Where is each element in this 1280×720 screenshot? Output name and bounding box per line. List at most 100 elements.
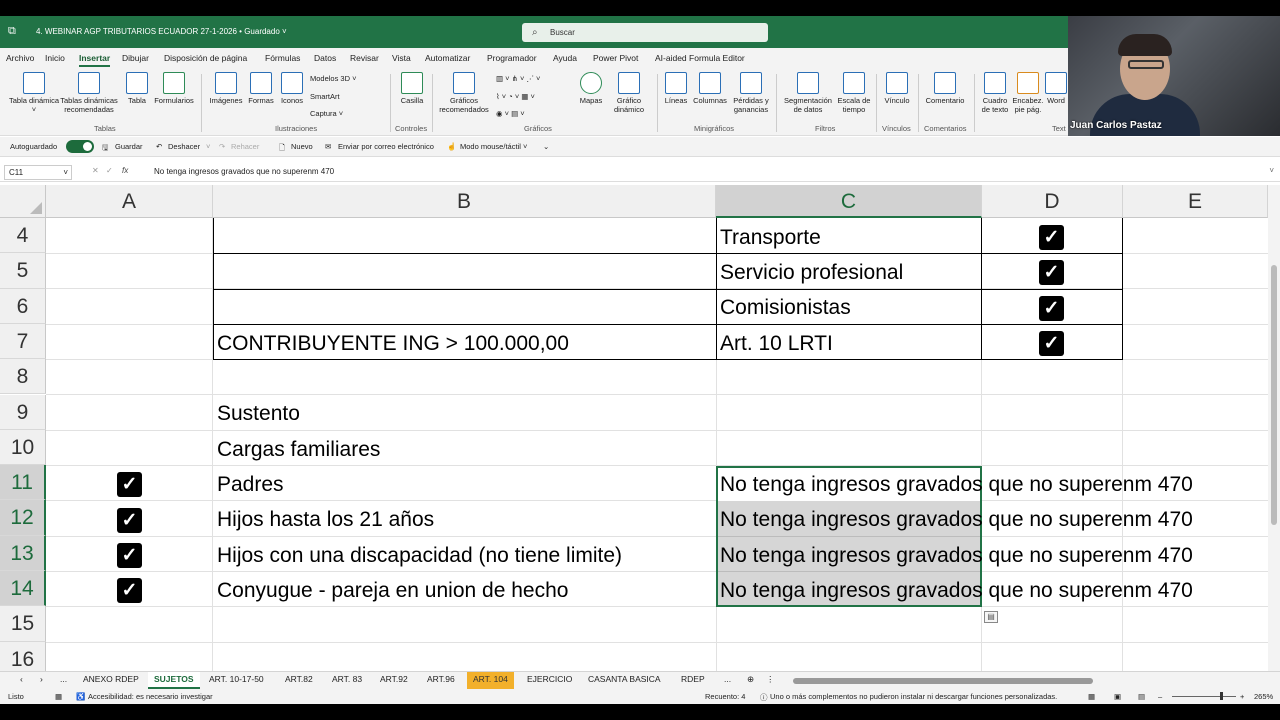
sheet-tab-art104[interactable]: ART. 104 bbox=[467, 672, 514, 689]
column-chart-button[interactable]: ▥ ˅ ⋔ ˅ ⋰ ˅ bbox=[496, 74, 540, 83]
textbox-button[interactable]: Cuadro de texto bbox=[978, 72, 1012, 114]
page-break-icon[interactable]: ▤ bbox=[1138, 692, 1145, 701]
sheet-tab-anexo-rdep[interactable]: ANEXO RDEP bbox=[77, 672, 145, 689]
shapes-button[interactable]: Formas bbox=[246, 72, 276, 105]
sheet-tab-sujetos[interactable]: SUJETOS bbox=[148, 672, 200, 689]
row-header-5[interactable]: 5 bbox=[0, 253, 46, 289]
more-sheets-left[interactable]: ... bbox=[54, 672, 73, 689]
models-3d-button[interactable]: Modelos 3D ˅ bbox=[310, 74, 356, 83]
cell-c5[interactable]: Servicio profesional bbox=[716, 255, 903, 290]
expand-formula-icon[interactable]: ˅ bbox=[1269, 166, 1274, 175]
tab-archivo[interactable]: Archivo bbox=[6, 53, 34, 63]
customize-qat-icon[interactable]: ⌄ bbox=[543, 142, 549, 151]
column-header-a[interactable]: A bbox=[46, 185, 213, 218]
sheet-tab-art96[interactable]: ART.96 bbox=[421, 672, 461, 689]
zoom-out-icon[interactable]: – bbox=[1158, 692, 1162, 701]
tab-vista[interactable]: Vista bbox=[392, 53, 411, 63]
accessibility-icon[interactable]: ♿ bbox=[76, 692, 85, 701]
redo-icon[interactable]: ↷ bbox=[219, 142, 225, 151]
tab-inicio[interactable]: Inicio bbox=[45, 53, 65, 63]
cell-b7[interactable]: CONTRIBUYENTE ING > 100.000,00 bbox=[213, 326, 569, 361]
tab-revisar[interactable]: Revisar bbox=[350, 53, 379, 63]
row-header-11[interactable]: 11 bbox=[0, 465, 46, 501]
cell-b10[interactable]: Cargas familiares bbox=[213, 432, 380, 467]
page-layout-icon[interactable]: ▣ bbox=[1114, 692, 1121, 701]
new-button[interactable]: Nuevo bbox=[291, 142, 313, 151]
new-icon[interactable]: 🗋 bbox=[279, 142, 285, 155]
redo-button[interactable]: Rehacer bbox=[231, 142, 259, 151]
undo-dropdown-icon[interactable]: ˅ bbox=[206, 142, 210, 151]
table-button[interactable]: Tabla bbox=[122, 72, 152, 105]
line-chart-button[interactable]: ⌇ ˅ ◔ ˅ ▦ ˅ bbox=[496, 92, 535, 101]
sheet-tab-art82[interactable]: ART.82 bbox=[279, 672, 319, 689]
autosave-toggle[interactable] bbox=[66, 140, 94, 153]
images-button[interactable]: Imágenes bbox=[206, 72, 246, 105]
checkbox-insert-button[interactable]: Casilla bbox=[396, 72, 428, 105]
undo-icon[interactable]: ↶ bbox=[156, 142, 162, 151]
scatter-chart-button[interactable]: ◉ ˅ ▤ ˅ bbox=[496, 109, 525, 118]
timeline-button[interactable]: Escala de tiempo bbox=[836, 72, 872, 114]
row-header-9[interactable]: 9 bbox=[0, 394, 46, 430]
tab-power-pivot[interactable]: Power Pivot bbox=[593, 53, 638, 63]
screenshot-button[interactable]: Captura ˅ bbox=[310, 109, 343, 118]
vertical-scroll-thumb[interactable] bbox=[1271, 265, 1277, 525]
select-all-corner[interactable] bbox=[0, 185, 46, 218]
tab-ayuda[interactable]: Ayuda bbox=[553, 53, 577, 63]
undo-button[interactable]: Deshacer bbox=[168, 142, 200, 151]
tab-ai-formula[interactable]: AI-aided Formula Editor bbox=[655, 53, 745, 63]
checkbox-a13[interactable]: ✓ bbox=[117, 543, 142, 568]
save-icon[interactable]: 🖫 bbox=[102, 142, 108, 155]
zoom-level[interactable]: 265% bbox=[1254, 692, 1273, 701]
row-header-14[interactable]: 14 bbox=[0, 571, 46, 607]
forms-button[interactable]: Formularios bbox=[150, 72, 198, 105]
cell-c14[interactable]: No tenga ingresos gravados que no supere… bbox=[716, 573, 1193, 608]
row-header-10[interactable]: 10 bbox=[0, 429, 46, 466]
tab-datos[interactable]: Datos bbox=[314, 53, 336, 63]
recommended-pivot-button[interactable]: Tablas dinámicas recomendadas bbox=[58, 72, 120, 114]
sheet-tab-rdep[interactable]: RDEP bbox=[675, 672, 711, 689]
prev-sheet-icon[interactable]: ‹ bbox=[14, 672, 29, 689]
checkbox-d7[interactable]: ✓ bbox=[1039, 331, 1064, 356]
cell-c12[interactable]: No tenga ingresos gravados que no supere… bbox=[716, 502, 1193, 537]
row-header-12[interactable]: 12 bbox=[0, 500, 46, 536]
macro-record-icon[interactable]: ▦ bbox=[55, 692, 62, 701]
formula-content[interactable]: No tenga ingresos gravados que no supere… bbox=[154, 167, 334, 176]
link-button[interactable]: Vínculo bbox=[880, 72, 914, 105]
checkbox-a14[interactable]: ✓ bbox=[117, 578, 142, 603]
touch-mode-button[interactable]: Modo mouse/táctil ˅ bbox=[460, 142, 527, 151]
checkbox-d4[interactable]: ✓ bbox=[1039, 225, 1064, 250]
cell-b9[interactable]: Sustento bbox=[213, 396, 300, 431]
next-sheet-icon[interactable]: › bbox=[34, 672, 49, 689]
sparkline-winloss-button[interactable]: Pérdidas y ganancias bbox=[730, 72, 772, 114]
row-header-13[interactable]: 13 bbox=[0, 535, 46, 571]
pivot-chart-button[interactable]: Gráfico dinámico bbox=[609, 72, 649, 114]
search-box[interactable]: ⌕ Buscar bbox=[522, 23, 768, 42]
checkbox-d5[interactable]: ✓ bbox=[1039, 260, 1064, 285]
column-header-e[interactable]: E bbox=[1123, 185, 1268, 218]
horizontal-scroll-thumb[interactable] bbox=[793, 678, 1093, 684]
cell-b12[interactable]: Hijos hasta los 21 años bbox=[213, 502, 434, 537]
autosave-file-icon[interactable]: ⧉ bbox=[8, 24, 22, 38]
row-header-6[interactable]: 6 bbox=[0, 288, 46, 324]
sheet-tab-art83[interactable]: ART. 83 bbox=[326, 672, 368, 689]
maps-button[interactable]: Mapas bbox=[576, 72, 606, 105]
spreadsheet-grid[interactable]: A B C D E 4 5 6 7 8 9 10 11 12 13 14 15 … bbox=[0, 185, 1268, 671]
name-box-dropdown-icon[interactable]: ˅ bbox=[63, 166, 68, 179]
email-button[interactable]: Enviar por correo electrónico bbox=[338, 142, 434, 151]
cell-c13[interactable]: No tenga ingresos gravados que no supere… bbox=[716, 538, 1193, 573]
checkbox-d6[interactable]: ✓ bbox=[1039, 296, 1064, 321]
zoom-slider[interactable] bbox=[1172, 696, 1236, 697]
tab-formulas[interactable]: Fórmulas bbox=[265, 53, 300, 63]
tab-disposicion[interactable]: Disposición de página bbox=[164, 53, 247, 63]
normal-view-icon[interactable]: ▦ bbox=[1088, 692, 1095, 701]
email-icon[interactable]: ✉ bbox=[325, 142, 331, 151]
cancel-icon[interactable]: ✕ bbox=[92, 166, 99, 175]
recommended-charts-button[interactable]: Gráficos recomendados bbox=[436, 72, 492, 114]
horizontal-scrollbar[interactable] bbox=[785, 677, 1265, 685]
comment-button[interactable]: Comentario bbox=[922, 72, 968, 105]
workbook-title[interactable]: 4. WEBINAR AGP TRIBUTARIOS ECUADOR 27-1-… bbox=[36, 27, 287, 36]
tab-programador[interactable]: Programador bbox=[487, 53, 537, 63]
add-sheet-icon[interactable]: ⊕ bbox=[741, 672, 760, 689]
sparkline-columns-button[interactable]: Columnas bbox=[690, 72, 730, 105]
accessibility-status[interactable]: Accesibilidad: es necesario investigar bbox=[88, 692, 213, 701]
